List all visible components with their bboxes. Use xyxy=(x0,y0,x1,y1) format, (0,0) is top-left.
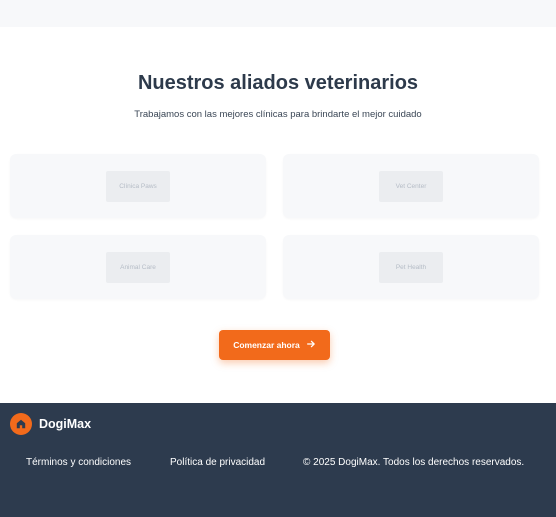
partner-logo: Pet Health xyxy=(379,252,443,283)
section-subtitle: Trabajamos con las mejores clínicas para… xyxy=(134,109,422,120)
copyright-text: © 2025 DogiMax. Todos los derechos reser… xyxy=(303,457,525,468)
partner-card: Pet Health xyxy=(283,235,539,299)
footer: DogiMax Términos y condiciones Política … xyxy=(0,403,556,517)
partner-logo: Clínica Paws xyxy=(106,171,170,202)
house-icon xyxy=(10,413,32,435)
terms-link[interactable]: Términos y condiciones xyxy=(26,457,131,468)
start-now-label: Comenzar ahora xyxy=(233,340,300,350)
privacy-link[interactable]: Política de privacidad xyxy=(170,457,265,468)
brand-name: DogiMax xyxy=(39,417,92,431)
top-strip xyxy=(0,0,556,27)
start-now-button[interactable]: Comenzar ahora xyxy=(219,330,330,360)
partner-card: Vet Center xyxy=(283,154,539,218)
partner-logo: Animal Care xyxy=(106,252,170,283)
partner-card: Clínica Paws xyxy=(10,154,266,218)
partner-card: Animal Care xyxy=(10,235,266,299)
section-title: Nuestros aliados veterinarios xyxy=(137,72,419,94)
footer-brand[interactable]: DogiMax xyxy=(10,413,91,435)
partner-logo: Vet Center xyxy=(379,171,443,202)
arrow-right-icon xyxy=(306,339,316,351)
